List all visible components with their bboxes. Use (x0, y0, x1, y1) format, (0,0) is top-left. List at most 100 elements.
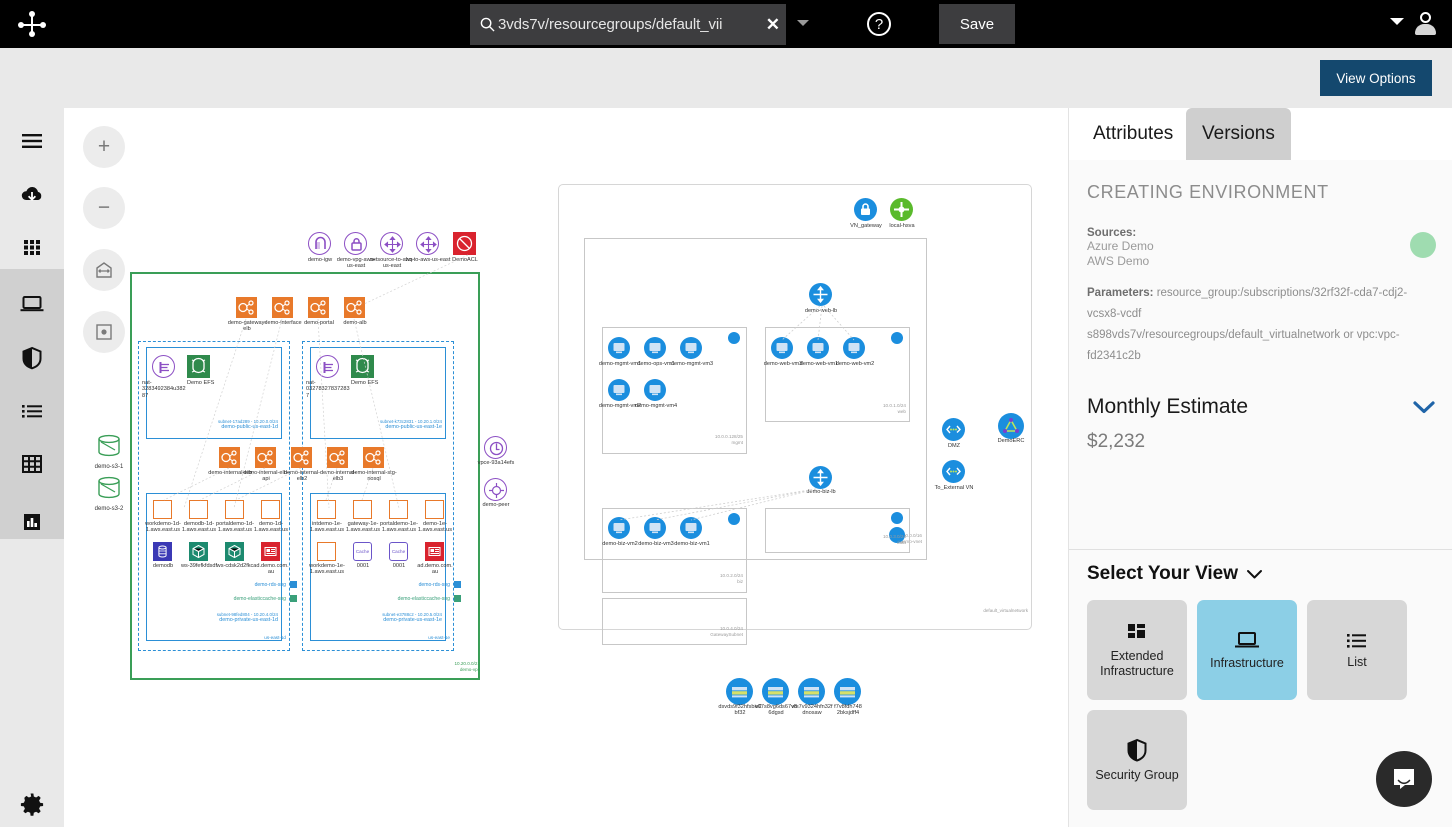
express-route-circuit-icon[interactable] (998, 413, 1024, 439)
view-card-extended-infrastructure[interactable]: Extended Infrastructure (1087, 600, 1187, 700)
load-balancer-icon[interactable] (236, 297, 257, 318)
vpn-connection-icon[interactable] (416, 232, 439, 255)
network-security-group-icon[interactable] (942, 418, 965, 441)
intercom-chat-button[interactable] (1376, 751, 1432, 807)
elasticache-icon[interactable]: Cache (389, 542, 408, 561)
load-balancer-icon[interactable] (344, 297, 365, 318)
virtual-machine-icon[interactable] (644, 379, 666, 401)
vpc-endpoint-icon[interactable] (484, 436, 507, 459)
ec2-instance-icon[interactable] (425, 500, 444, 519)
load-balancer-icon[interactable] (809, 466, 832, 489)
view-options-button[interactable]: View Options (1320, 60, 1432, 96)
view-card-security-group[interactable]: Security Group (1087, 710, 1187, 810)
ec2-instance-icon[interactable] (261, 500, 280, 519)
virtual-machine-icon[interactable] (608, 379, 630, 401)
virtual-machine-icon[interactable] (644, 517, 666, 539)
storage-account-icon[interactable] (762, 678, 789, 705)
elasticache-icon[interactable]: Cache (353, 542, 372, 561)
parameters-value-continued: s898vds7v/resourcegroups/default_virtual… (1087, 325, 1435, 367)
virtual-machine-icon[interactable] (680, 337, 702, 359)
s3-bucket-icon[interactable] (92, 433, 126, 461)
ec2-instance-icon[interactable] (225, 500, 244, 519)
network-acl-icon[interactable] (453, 232, 476, 255)
tab-attributes[interactable]: Attributes (1077, 108, 1189, 160)
internal-load-balancer-icon[interactable] (255, 447, 276, 468)
network-security-group-badge-icon[interactable] (728, 513, 740, 525)
s3-bucket-icon[interactable] (92, 475, 126, 503)
route53-record-icon[interactable] (261, 542, 280, 561)
sidebar-item-infrastructure[interactable] (0, 278, 64, 330)
ec2-instance-icon[interactable] (389, 500, 408, 519)
sidebar-item-table[interactable] (0, 438, 64, 490)
virtual-machine-icon[interactable] (644, 337, 666, 359)
view-card-list[interactable]: List (1307, 600, 1407, 700)
virtual-machine-icon[interactable] (843, 337, 865, 359)
network-security-group-badge-icon[interactable] (891, 512, 903, 524)
save-button[interactable]: Save (939, 4, 1015, 44)
diagram-canvas[interactable]: + − demo-s3-1 (64, 108, 1068, 827)
virtual-machine-icon[interactable] (608, 517, 630, 539)
account-menu-chevron-icon[interactable] (1390, 18, 1404, 25)
s3-object-icon[interactable] (225, 542, 244, 561)
s3-object-icon[interactable] (189, 542, 208, 561)
sidebar-item-security[interactable] (0, 332, 64, 384)
ec2-instance-icon[interactable] (317, 542, 336, 561)
sidebar-item-apps[interactable] (0, 221, 64, 273)
sidebar-item-menu[interactable] (0, 115, 64, 167)
search-clear-icon[interactable]: ✕ (766, 15, 780, 35)
storage-account-icon[interactable] (726, 678, 753, 705)
app-logo[interactable] (0, 0, 64, 48)
load-balancer-icon[interactable] (272, 297, 293, 318)
ec2-instance-icon[interactable] (353, 500, 372, 519)
vpn-connection-icon[interactable] (380, 232, 403, 255)
sidebar-item-reports[interactable] (0, 496, 64, 548)
local-network-gateway-icon[interactable] (890, 198, 913, 221)
monthly-estimate-header[interactable]: Monthly Estimate (1087, 395, 1435, 419)
search-box[interactable]: 3vds7v/resourcegroups/default_vii ✕ (470, 4, 786, 45)
load-balancer-icon[interactable] (809, 283, 832, 306)
rds-database-icon[interactable] (153, 542, 172, 561)
storage-account-icon[interactable] (834, 678, 861, 705)
network-security-group-badge-icon[interactable] (891, 332, 903, 344)
user-avatar-icon[interactable] (1412, 12, 1438, 38)
node-label: vpce-93a14efs (473, 460, 519, 466)
internet-gateway-icon[interactable] (308, 232, 331, 255)
virtual-machine-icon[interactable] (771, 337, 793, 359)
network-security-group-badge-icon[interactable] (728, 332, 740, 344)
network-security-group-icon[interactable] (942, 460, 965, 483)
vpc-peering-icon[interactable] (484, 478, 507, 501)
nat-gateway-icon[interactable] (316, 355, 339, 378)
efs-icon[interactable] (351, 355, 374, 378)
ec2-instance-icon[interactable] (317, 500, 336, 519)
sidebar-item-cloud-import[interactable] (0, 169, 64, 221)
internal-load-balancer-icon[interactable] (219, 447, 240, 468)
ec2-instance-icon[interactable] (189, 500, 208, 519)
search-dropdown-icon[interactable] (797, 20, 809, 26)
search-input-value[interactable]: 3vds7v/resourcegroups/default_vii (498, 16, 764, 33)
virtual-machine-icon[interactable] (807, 337, 829, 359)
view-card-infrastructure[interactable]: Infrastructure (1197, 600, 1297, 700)
chevron-down-icon[interactable] (1246, 569, 1263, 580)
internal-load-balancer-icon[interactable] (327, 447, 348, 468)
internal-load-balancer-icon[interactable] (363, 447, 384, 468)
vpn-gateway-icon[interactable] (344, 232, 367, 255)
select-your-view-header[interactable]: Select Your View (1087, 563, 1435, 585)
sidebar-item-settings[interactable] (0, 778, 64, 827)
vpn-gateway-icon[interactable] (854, 198, 877, 221)
internal-load-balancer-icon[interactable] (291, 447, 312, 468)
virtual-machine-icon[interactable] (608, 337, 630, 359)
load-balancer-icon[interactable] (308, 297, 329, 318)
route53-record-icon[interactable] (425, 542, 444, 561)
tab-versions[interactable]: Versions (1186, 108, 1291, 160)
help-button[interactable]: ? (866, 8, 892, 40)
efs-icon[interactable] (187, 355, 210, 378)
service-label: 0001 (380, 563, 418, 569)
ec2-instance-icon[interactable] (153, 500, 172, 519)
nat-gateway-icon[interactable] (152, 355, 175, 378)
peering-glyph (485, 479, 508, 502)
storage-account-icon[interactable] (798, 678, 825, 705)
chevron-down-icon[interactable] (1413, 401, 1435, 414)
sidebar-item-list[interactable] (0, 385, 64, 437)
avatar-body-shape (1415, 24, 1436, 35)
virtual-machine-icon[interactable] (680, 517, 702, 539)
